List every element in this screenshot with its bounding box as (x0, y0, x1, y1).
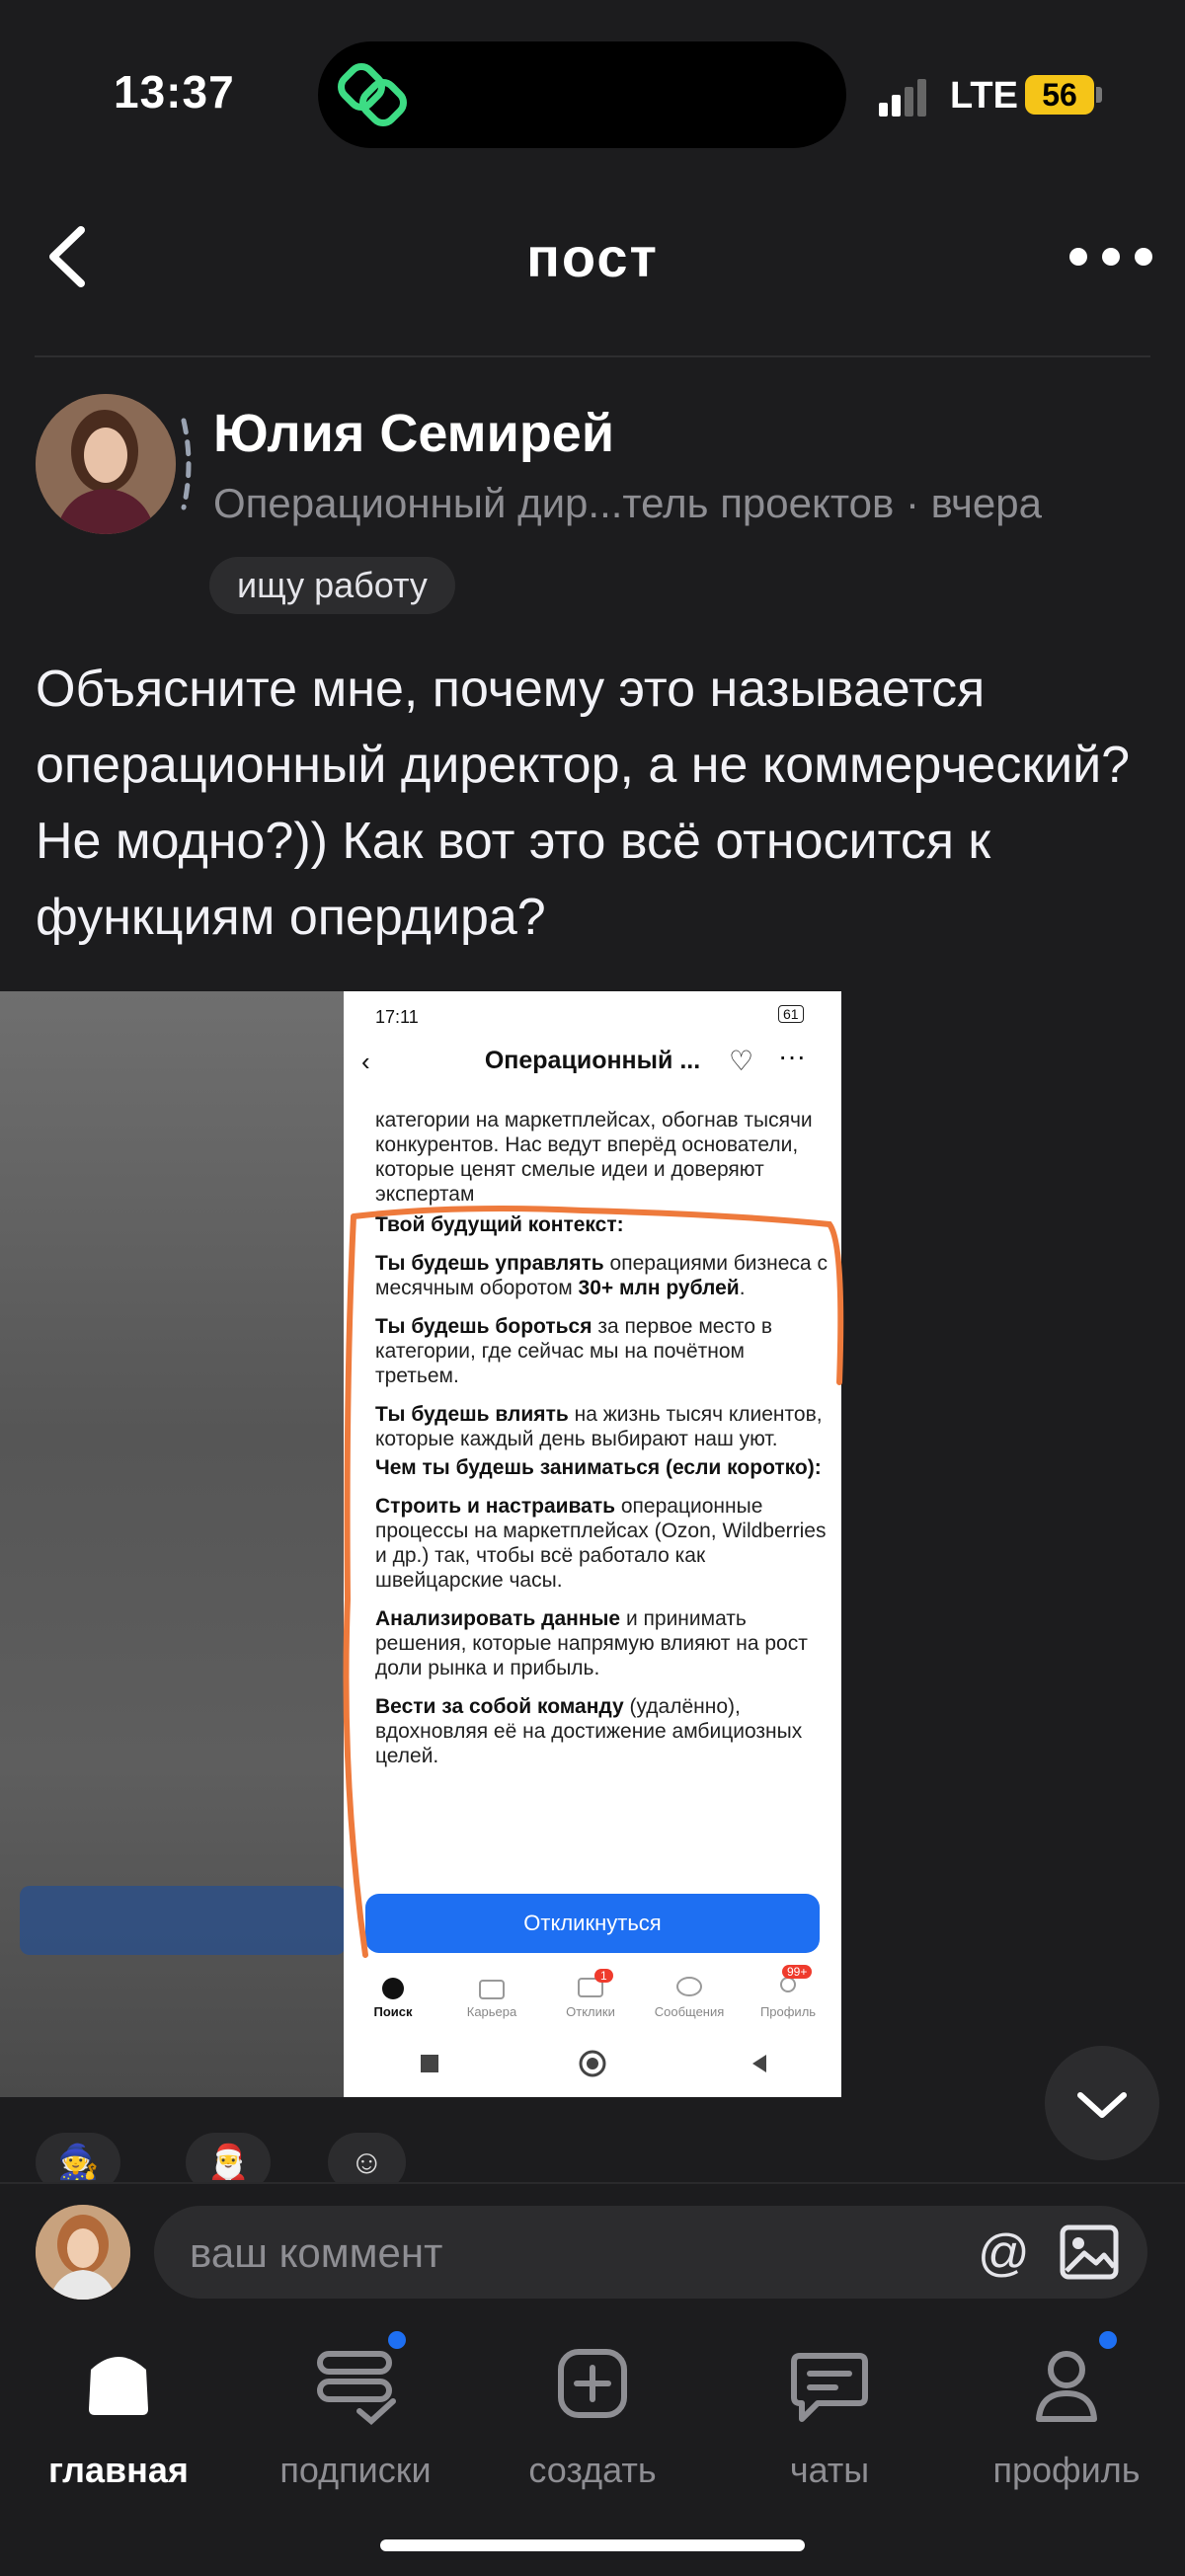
status-badge[interactable]: ищу работу (209, 557, 455, 614)
post-text: Объясните мне, почему это называется опе… (36, 661, 1131, 946)
screenshot-nav: Поиск Карьера 1 Отклики Сообщения 99+ Пр… (344, 1965, 841, 2028)
screenshot-search-icon (382, 1978, 404, 1999)
screenshot-title: Операционный ... (484, 1047, 701, 1074)
notification-dot (388, 2331, 406, 2349)
battery-tip (1096, 87, 1102, 103)
screenshot-nav-career: Карьера (466, 2004, 517, 2019)
user-avatar (36, 2205, 130, 2300)
tab-subscriptions[interactable]: подписки (237, 2340, 474, 2491)
user-avatar-image (36, 2205, 130, 2300)
screenshot-heart-icon: ♡ (729, 1046, 754, 1076)
author-meta: Операционный дир...тель проектов · вчера (213, 480, 1042, 526)
screenshot-system-nav (421, 2050, 766, 2077)
screenshot-more-icon: ··· (778, 1041, 806, 1071)
network-type: LTE (950, 75, 1018, 117)
scroll-down-button[interactable] (1045, 2046, 1159, 2160)
author-name[interactable]: Юлия Семирей (213, 403, 614, 464)
reaction-emoji-icon: 🧙 (57, 2144, 100, 2181)
story-indicator-icon (181, 418, 192, 510)
reaction-emoji-icon: 🎅 (207, 2144, 250, 2181)
avatar-image (36, 394, 176, 534)
author-avatar[interactable] (36, 394, 176, 534)
screenshot-nav-profile: Профиль (759, 2004, 817, 2019)
profile-icon (1036, 2351, 1097, 2422)
header-divider (35, 355, 1150, 357)
screenshot-nav-search: Поиск (373, 2004, 413, 2019)
battery-icon: 56 (1025, 75, 1094, 115)
image-attach-icon[interactable] (1059, 2224, 1120, 2281)
blurred-image-accent (20, 1886, 346, 1955)
tab-home[interactable]: главная (0, 2340, 237, 2491)
comment-placeholder: ваш коммент (190, 2229, 443, 2276)
screenshot-profile-badge: 99+ (782, 1965, 813, 1979)
subscriptions-icon (317, 2351, 396, 2425)
home-indicator (380, 2539, 805, 2551)
notification-dot (1099, 2331, 1117, 2349)
home-icon (89, 2357, 148, 2415)
highlight-scribble (343, 1206, 844, 1958)
screenshot-responses-badge: 1 (594, 1969, 613, 1983)
tab-profile[interactable]: профиль (948, 2340, 1185, 2491)
screenshot-career-icon (479, 1980, 505, 1999)
plus-icon (558, 2349, 627, 2418)
tab-create[interactable]: создать (474, 2340, 711, 2491)
screenshot-nav-messages: Сообщения (654, 2004, 725, 2019)
signal-icon (879, 79, 930, 117)
link-app-icon (338, 63, 407, 126)
screenshot-battery: 61 (778, 1005, 804, 1023)
chat-icon (791, 2353, 868, 2422)
tab-chats[interactable]: чаты (711, 2340, 948, 2491)
screenshot-nav-responses: Отклики (566, 2004, 615, 2019)
screenshot-time: 17:11 (375, 1007, 419, 1027)
screenshot-messages-icon (676, 1977, 702, 1996)
status-time: 13:37 (114, 66, 235, 117)
page-title: пост (526, 226, 659, 288)
add-reaction-icon: ☺ (350, 2144, 384, 2181)
more-options-icon[interactable] (1066, 242, 1155, 272)
mention-icon[interactable]: @ (978, 2224, 1030, 2283)
